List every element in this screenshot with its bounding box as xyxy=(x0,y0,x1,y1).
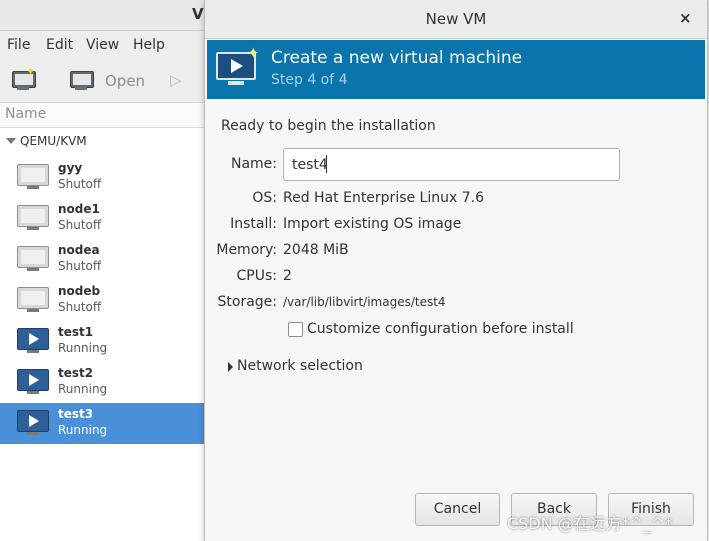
text-caret xyxy=(326,155,327,173)
vm-name: nodea xyxy=(58,243,100,257)
vm-row[interactable]: nodea Shutoff xyxy=(0,239,205,280)
run-icon[interactable]: ▷ xyxy=(170,71,182,89)
vm-name: node1 xyxy=(58,202,100,216)
vm-running-icon xyxy=(17,328,49,354)
cpus-value: 2 xyxy=(283,268,292,284)
vm-row-selected[interactable]: test3 Running xyxy=(0,403,205,444)
menu-file[interactable]: File xyxy=(7,37,30,53)
vm-status: Shutoff xyxy=(58,177,102,191)
vm-row[interactable]: test2 Running xyxy=(0,362,205,403)
os-label: OS: xyxy=(252,190,277,206)
vm-running-icon xyxy=(17,410,49,436)
network-selection-expander[interactable]: Network selection xyxy=(237,358,363,374)
install-value: Import existing OS image xyxy=(283,216,462,232)
vm-list-header[interactable]: Name xyxy=(0,103,205,128)
vm-running-icon xyxy=(17,369,49,395)
expander-arrow-icon[interactable] xyxy=(228,362,233,372)
vm-status: Running xyxy=(58,423,108,437)
expander-arrow-icon[interactable] xyxy=(6,138,16,144)
name-column-header: Name xyxy=(5,106,47,122)
close-icon[interactable]: × xyxy=(679,9,692,27)
vm-row[interactable]: gyy Shutoff xyxy=(0,157,205,198)
ready-heading: Ready to begin the installation xyxy=(221,118,436,134)
vm-status: Shutoff xyxy=(58,300,102,314)
vm-row[interactable]: nodeb Shutoff xyxy=(0,280,205,321)
os-value: Red Hat Enterprise Linux 7.6 xyxy=(283,190,484,206)
vm-shutoff-icon xyxy=(17,205,49,231)
cpus-label: CPUs: xyxy=(236,268,277,284)
vm-name: nodeb xyxy=(58,284,101,298)
dialog-titlebar[interactable]: New VM × xyxy=(205,0,707,39)
connection-label: QEMU/KVM xyxy=(20,134,87,148)
vm-status: Shutoff xyxy=(58,259,102,273)
vm-shutoff-icon xyxy=(17,164,49,190)
cancel-button[interactable]: Cancel xyxy=(415,493,500,526)
vm-row[interactable]: node1 Shutoff xyxy=(0,198,205,239)
vm-name: test2 xyxy=(58,366,94,380)
new-vm-dialog: New VM × ✦ Create a new virtual machine … xyxy=(204,0,708,541)
storage-value: /var/lib/libvirt/images/test4 xyxy=(283,295,446,309)
vm-status: Running xyxy=(58,382,108,396)
open-vm-icon[interactable] xyxy=(70,71,94,91)
name-label: Name: xyxy=(230,156,277,172)
vm-shutoff-icon xyxy=(17,287,49,313)
connection-group-row[interactable]: QEMU/KVM xyxy=(0,130,205,152)
vm-row[interactable]: test1 Running xyxy=(0,321,205,362)
menu-edit[interactable]: Edit xyxy=(46,37,73,53)
vm-name: test1 xyxy=(58,325,94,339)
vm-name: test3 xyxy=(58,407,94,421)
customize-checkbox[interactable] xyxy=(288,322,303,337)
wizard-banner: ✦ Create a new virtual machine Step 4 of… xyxy=(207,40,705,99)
customize-checkbox-label[interactable]: Customize configuration before install xyxy=(307,321,574,337)
vm-shutoff-icon xyxy=(17,246,49,272)
new-vm-icon[interactable]: ✦ xyxy=(12,65,36,91)
open-button-label[interactable]: Open xyxy=(105,72,145,90)
vm-name: gyy xyxy=(58,161,83,175)
memory-label: Memory: xyxy=(216,242,277,258)
vm-status: Running xyxy=(58,341,108,355)
menu-help[interactable]: Help xyxy=(133,37,165,53)
vm-status: Shutoff xyxy=(58,218,102,232)
wizard-title: Create a new virtual machine xyxy=(271,48,523,68)
dialog-title: New VM xyxy=(425,10,487,28)
new-vm-monitor-icon: ✦ xyxy=(216,44,260,86)
watermark: CSDN @在远方*^_^* xyxy=(507,514,673,533)
install-label: Install: xyxy=(230,216,277,232)
wizard-step: Step 4 of 4 xyxy=(271,72,348,88)
memory-value: 2048 MiB xyxy=(283,242,349,258)
menu-view[interactable]: View xyxy=(86,37,119,53)
storage-label: Storage: xyxy=(217,294,278,310)
vm-name-input[interactable] xyxy=(283,148,620,181)
